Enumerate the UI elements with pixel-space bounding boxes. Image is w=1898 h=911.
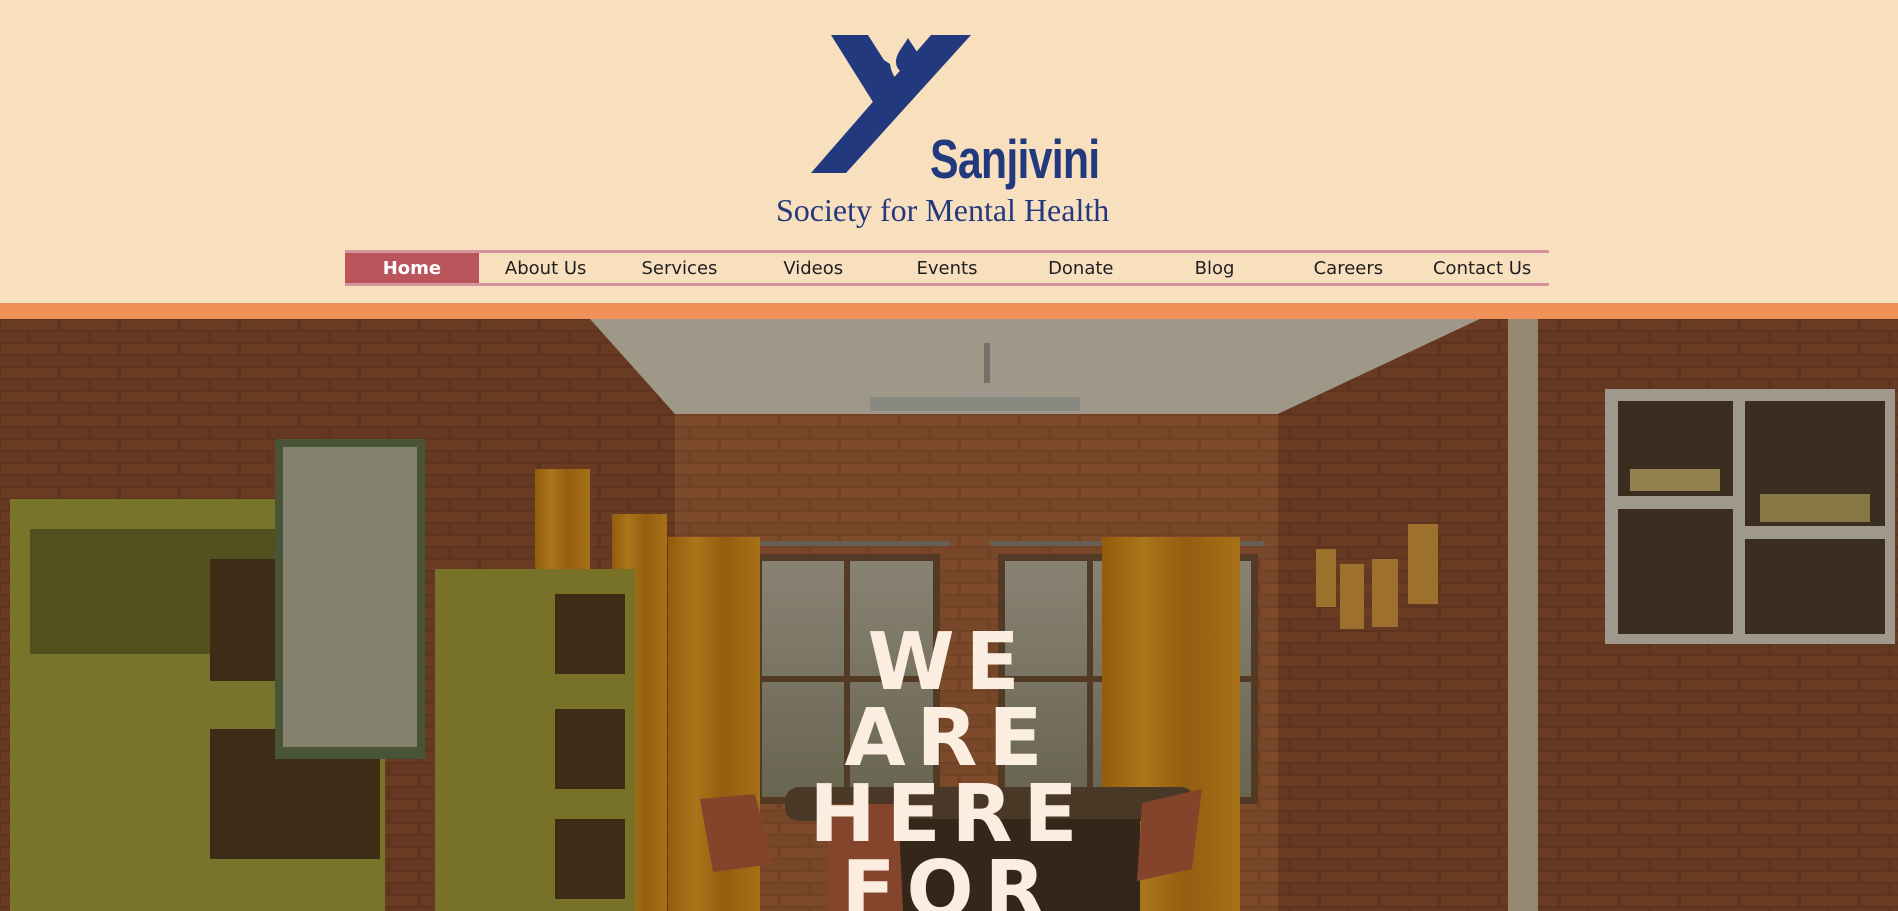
main-navigation: Home About Us Services Videos Events Don… — [345, 250, 1549, 286]
accent-divider — [0, 303, 1898, 319]
hero-heading: WE ARE HERE FOR — [0, 616, 1898, 911]
nav-item-donate[interactable]: Donate — [1014, 253, 1148, 283]
nav-item-home[interactable]: Home — [345, 253, 479, 283]
nav-item-videos[interactable]: Videos — [746, 253, 880, 283]
hero-heading-line: ARE — [844, 692, 1054, 784]
hero-section: WE ARE HERE FOR — [0, 319, 1898, 911]
nav-item-services[interactable]: Services — [613, 253, 747, 283]
nav-item-about-us[interactable]: About Us — [479, 253, 613, 283]
nav-item-careers[interactable]: Careers — [1281, 253, 1415, 283]
hero-heading-line: FOR — [841, 844, 1057, 911]
site-header: Sanjivini Society for Mental Health Home… — [0, 0, 1898, 303]
site-logo[interactable]: Sanjivini Society for Mental Health — [776, 30, 1136, 230]
nav-item-blog[interactable]: Blog — [1148, 253, 1282, 283]
hero-heading-line: WE — [867, 616, 1031, 708]
brand-name: Sanjivini — [930, 128, 1100, 190]
nav-item-contact-us[interactable]: Contact Us — [1415, 253, 1549, 283]
brand-tagline: Society for Mental Health — [776, 192, 1110, 228]
nav-item-events[interactable]: Events — [880, 253, 1014, 283]
hero-heading-line: HERE — [809, 768, 1089, 860]
